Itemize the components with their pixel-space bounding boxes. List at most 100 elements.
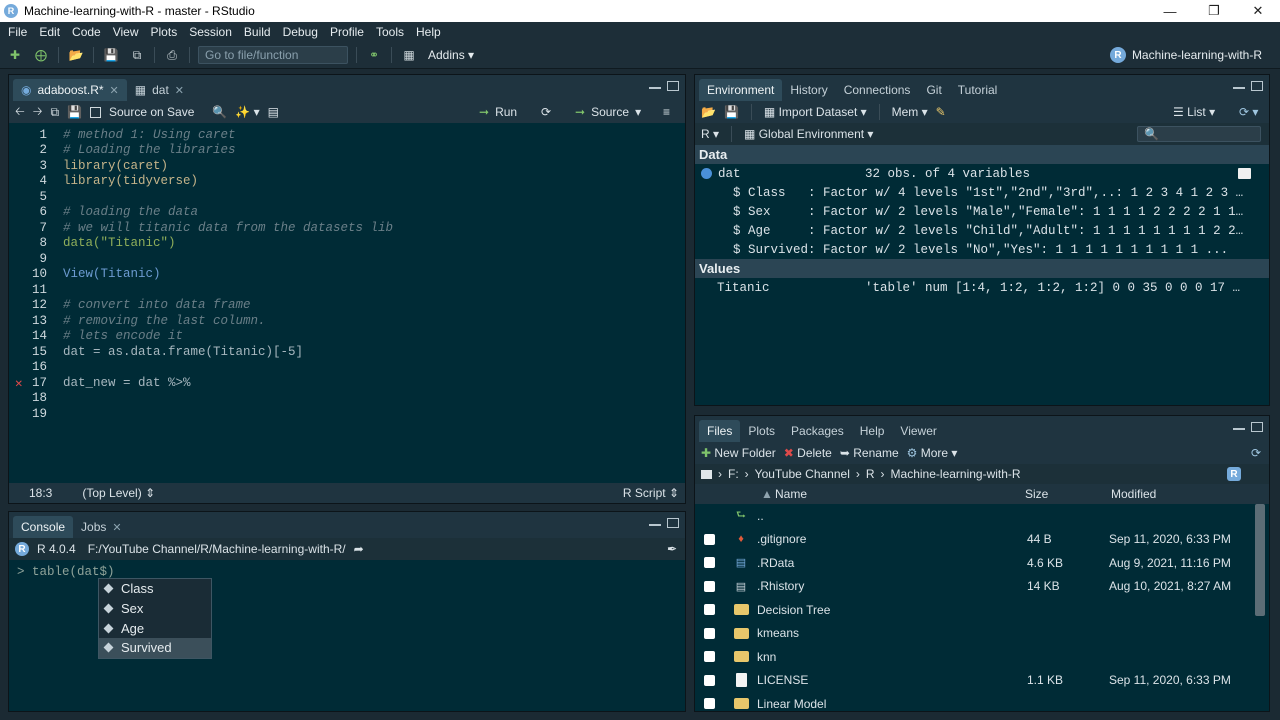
file-checkbox[interactable] (704, 557, 715, 569)
parent-directory-row[interactable]: ⮑.. (695, 504, 1269, 528)
folder-row[interactable]: kmeans (695, 622, 1269, 646)
delete-button[interactable]: ✖ Delete (784, 446, 832, 460)
completion-item[interactable]: Class (99, 579, 211, 599)
file-name[interactable]: Decision Tree (757, 603, 1027, 617)
close-window-button[interactable]: ✕ (1236, 0, 1280, 22)
completion-item-selected[interactable]: Survived (99, 638, 211, 658)
project-menu[interactable]: R Machine-learning-with-R (1109, 47, 1262, 63)
workspace-panes-icon[interactable]: ▦ (400, 47, 418, 63)
scope-selector[interactable]: (Top Level) ⇕ (82, 486, 155, 500)
run-button[interactable]: ➞ Run (479, 105, 517, 119)
rerun-icon[interactable]: ⟳ (541, 105, 551, 119)
tab-plots[interactable]: Plots (740, 420, 783, 442)
column-modified[interactable]: Modified (1111, 487, 1156, 501)
console-input[interactable]: table(dat$) (32, 565, 115, 579)
new-file-icon[interactable]: ✚ (6, 47, 24, 63)
breadcrumb-project[interactable]: Machine-learning-with-R (891, 467, 1021, 481)
file-row[interactable]: LICENSE 1.1 KB Sep 11, 2020, 6:33 PM (695, 669, 1269, 693)
file-name[interactable]: .gitignore (757, 532, 1027, 546)
column-name[interactable]: Name (775, 487, 807, 501)
file-name[interactable]: kmeans (757, 626, 1027, 640)
file-type-selector[interactable]: R Script ⇕ (623, 486, 679, 500)
menu-code[interactable]: Code (66, 25, 107, 39)
folder-row[interactable]: Decision Tree (695, 598, 1269, 622)
dat-row[interactable]: dat 32 obs. of 4 variables (695, 164, 1269, 183)
new-project-icon[interactable]: ⨁ (32, 47, 50, 63)
maximize-pane-icon[interactable] (1251, 81, 1263, 91)
file-name[interactable]: knn (757, 650, 1027, 664)
error-marker-icon[interactable]: ✕ (15, 375, 23, 391)
code-tools-icon[interactable]: ✨ ▾ (235, 105, 259, 119)
maximize-pane-icon[interactable] (667, 518, 679, 528)
menu-plots[interactable]: Plots (145, 25, 184, 39)
compile-report-icon[interactable]: ▤ (268, 105, 279, 119)
forward-arrow-icon[interactable]: 🡢 (33, 102, 43, 123)
save-icon[interactable]: 💾 (67, 105, 82, 119)
file-row[interactable]: ♦ .gitignore 44 B Sep 11, 2020, 6:33 PM (695, 528, 1269, 552)
file-name[interactable]: LICENSE (757, 673, 1027, 687)
minimize-pane-icon[interactable] (1233, 81, 1245, 89)
breadcrumb-youtube[interactable]: YouTube Channel (755, 467, 850, 481)
close-tab-icon[interactable]: ✕ (112, 521, 121, 534)
tab-tutorial[interactable]: Tutorial (950, 79, 1006, 101)
document-outline-icon[interactable]: ≡ (663, 105, 670, 119)
close-tab-icon[interactable]: ✕ (175, 84, 184, 97)
menu-file[interactable]: File (2, 25, 33, 39)
minimize-pane-icon[interactable] (1233, 422, 1245, 430)
file-checkbox[interactable] (704, 674, 715, 686)
close-tab-icon[interactable]: ✕ (110, 84, 119, 97)
environment-search-input[interactable]: 🔍 (1137, 126, 1261, 142)
working-directory[interactable]: F:/YouTube Channel/R/Machine-learning-wi… (88, 542, 346, 556)
language-selector[interactable]: R ▾ (701, 127, 719, 141)
folder-row[interactable]: Linear Model (695, 692, 1269, 716)
save-workspace-icon[interactable]: 💾 (724, 105, 739, 119)
titanic-row[interactable]: Titanic 'table' num [1:4, 1:2, 1:2, 1:2]… (695, 278, 1269, 297)
tab-adaboost[interactable]: ◉ adaboost.R* ✕ (13, 79, 127, 101)
clear-workspace-icon[interactable]: ✎ (936, 105, 946, 119)
more-button[interactable]: ⚙ More ▾ (907, 446, 958, 460)
go-to-file-input[interactable]: Go to file/function (198, 46, 348, 64)
minimize-pane-icon[interactable] (649, 518, 661, 526)
file-checkbox[interactable] (704, 580, 715, 592)
tab-help[interactable]: Help (852, 420, 893, 442)
show-in-window-icon[interactable]: ⧉ (50, 105, 59, 120)
minimize-pane-icon[interactable] (649, 81, 661, 89)
maximize-pane-icon[interactable] (1251, 422, 1263, 432)
tab-packages[interactable]: Packages (783, 420, 852, 442)
file-checkbox[interactable] (704, 651, 715, 663)
rename-button[interactable]: ➥ Rename (840, 446, 899, 460)
breadcrumb-r[interactable]: R (866, 467, 875, 481)
menu-debug[interactable]: Debug (277, 25, 324, 39)
tab-connections[interactable]: Connections (836, 79, 919, 101)
file-checkbox[interactable] (704, 604, 715, 616)
completion-item[interactable]: Sex (99, 599, 211, 619)
import-dataset-button[interactable]: ▦ Import Dataset ▾ (764, 105, 867, 119)
minimize-window-button[interactable]: — (1148, 0, 1192, 22)
tab-history[interactable]: History (782, 79, 835, 101)
source-button[interactable]: ➞ Source ▾ (575, 105, 641, 119)
folder-row[interactable]: knn (695, 645, 1269, 669)
menu-help[interactable]: Help (410, 25, 447, 39)
menu-profile[interactable]: Profile (324, 25, 370, 39)
maximize-pane-icon[interactable] (667, 81, 679, 91)
file-checkbox[interactable] (704, 698, 715, 710)
code-editor[interactable]: 1 # method 1: Using caret 2 # Loading the … (9, 125, 685, 483)
tab-console[interactable]: Console (13, 516, 74, 538)
tab-environment[interactable]: Environment (699, 79, 783, 101)
tab-git[interactable]: Git (918, 79, 949, 101)
column-size[interactable]: Size (1025, 487, 1048, 501)
file-name[interactable]: Linear Model (757, 697, 1027, 711)
memory-button[interactable]: Mem ▾ (892, 105, 928, 119)
scope-selector[interactable]: ▦ Global Environment ▾ (744, 127, 873, 141)
file-checkbox[interactable] (704, 533, 715, 545)
find-icon[interactable]: 🔍 (212, 105, 227, 119)
save-all-icon[interactable]: ⧉ (128, 47, 146, 63)
completion-item[interactable]: Age (99, 618, 211, 638)
menu-session[interactable]: Session (183, 25, 238, 39)
open-file-icon[interactable]: 📂 (67, 47, 85, 63)
clear-console-icon[interactable]: ✒ (667, 542, 677, 556)
print-icon[interactable]: ⎙ (163, 47, 181, 63)
view-table-icon[interactable] (1238, 168, 1251, 179)
back-arrow-icon[interactable]: 🡠 (15, 102, 25, 123)
file-row[interactable]: ▤ .Rhistory 14 KB Aug 10, 2021, 8:27 AM (695, 575, 1269, 599)
